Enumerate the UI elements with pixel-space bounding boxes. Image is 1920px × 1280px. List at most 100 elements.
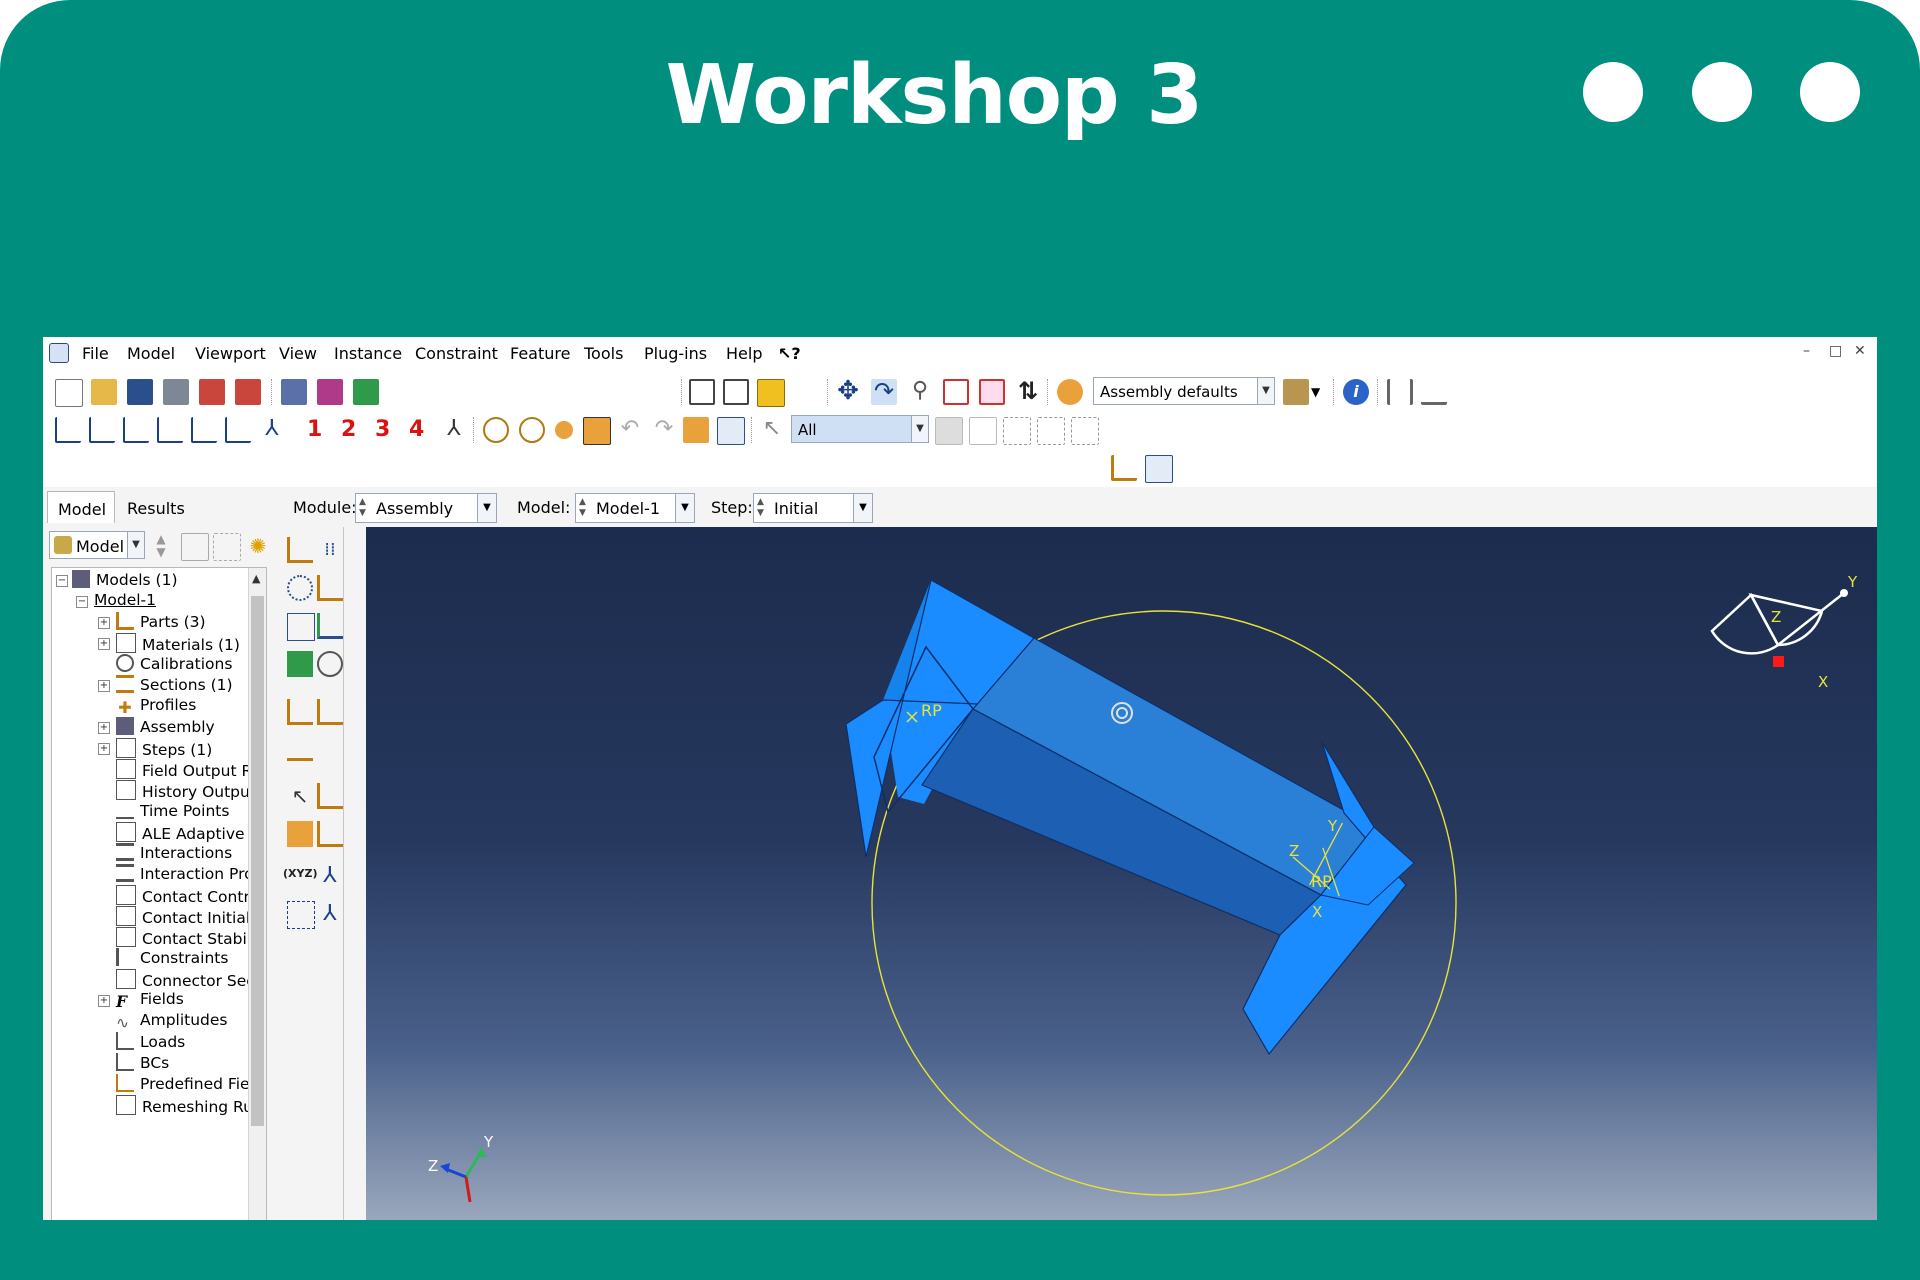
boolean-intersect-icon[interactable]	[519, 417, 545, 443]
view-cube-icon[interactable]	[1283, 379, 1309, 405]
step-dropdown[interactable]: ▲ ▼ Initial ▼	[753, 493, 873, 523]
tree-item-time-points[interactable]: Time Points	[116, 801, 229, 823]
tree-item-calibrations[interactable]: Calibrations	[116, 654, 232, 676]
coaxial-icon[interactable]	[317, 783, 343, 809]
sort-arrows-icon[interactable]: ▲ ▼	[153, 533, 169, 559]
render-style-dropdown[interactable]: Assembly defaults ▼	[1093, 377, 1275, 405]
tree-item-field-output[interactable]: Field Output Re	[116, 759, 261, 781]
view-right-icon[interactable]	[225, 417, 251, 443]
info-icon[interactable]: i	[1343, 379, 1369, 405]
tab-model[interactable]: Model	[47, 491, 115, 523]
expand-icon[interactable]: +	[98, 617, 110, 629]
tree-item-interaction-properties[interactable]: Interaction Pro	[116, 864, 254, 886]
select-pointer-icon[interactable]: ↖	[287, 783, 313, 809]
collapse-icon[interactable]: −	[56, 575, 68, 587]
expand-icon[interactable]: +	[98, 680, 110, 692]
tree-item-bcs[interactable]: BCs	[116, 1053, 169, 1075]
color-palette-icon[interactable]	[1057, 379, 1083, 405]
part-icon[interactable]	[1111, 455, 1137, 481]
tree-item-history-output[interactable]: History Output	[116, 780, 256, 802]
tree-item-sections[interactable]: Sections (1)	[116, 675, 233, 697]
view-bottom-icon[interactable]	[157, 417, 183, 443]
ladder-icon[interactable]	[1421, 379, 1447, 405]
view-left-icon[interactable]	[191, 417, 217, 443]
print-icon[interactable]	[163, 379, 189, 405]
tree-item-remeshing-rules[interactable]: Remeshing Rul	[116, 1095, 257, 1117]
tree-selector-dropdown[interactable]: Model ▼	[49, 531, 145, 559]
menu-file[interactable]: File	[82, 344, 109, 363]
sphere-icon[interactable]	[555, 421, 573, 439]
tree-item-connector-sections[interactable]: Connector Secti	[116, 969, 265, 991]
tree-item-constraints[interactable]: Constraints	[116, 948, 228, 970]
user-view-3-button[interactable]: 3	[375, 417, 390, 442]
query-pick-icon[interactable]	[583, 417, 611, 445]
box-select-icon[interactable]	[1003, 417, 1031, 445]
box-zoom-icon[interactable]	[943, 379, 969, 405]
open-folder-icon[interactable]	[91, 379, 117, 405]
tree-item-loads[interactable]: Loads	[116, 1032, 185, 1054]
whats-this-icon[interactable]: ↖?	[778, 344, 801, 363]
tree-scrollbar[interactable]: ▲	[248, 568, 266, 1220]
selection-filter-dropdown[interactable]: All ▼	[791, 415, 929, 443]
create-instance-icon[interactable]	[287, 537, 313, 563]
user-view-4-button[interactable]: 4	[409, 417, 424, 442]
user-view-1-button[interactable]: 1	[307, 417, 322, 442]
lightbulb-icon[interactable]: ✺	[245, 533, 271, 559]
import-icon[interactable]	[199, 379, 225, 405]
tree-item-amplitudes[interactable]: ∿ Amplitudes	[116, 1011, 228, 1033]
datum-point-icon[interactable]: (XYZ)	[283, 867, 317, 893]
contact-icon[interactable]	[287, 821, 313, 847]
chevron-down-icon[interactable]: ▼	[911, 416, 928, 442]
expand-icon[interactable]: +	[98, 722, 110, 734]
tree-item-contact-initialization[interactable]: Contact Initializ	[116, 906, 263, 928]
ruler-icon[interactable]	[1387, 379, 1413, 405]
tree-item-ale-adaptive[interactable]: ALE Adaptive M	[116, 822, 263, 844]
merge-cut-icon[interactable]	[287, 651, 313, 677]
cycle-view-icon[interactable]: ⇅	[1015, 379, 1041, 405]
boolean-union-icon[interactable]	[483, 417, 509, 443]
scroll-up-icon[interactable]: ▲	[252, 572, 260, 585]
tree-item-models[interactable]: Models (1)	[72, 570, 178, 592]
manager-table-icon[interactable]	[1145, 455, 1173, 483]
export-icon[interactable]	[235, 379, 261, 405]
mesh-icon[interactable]	[281, 379, 307, 405]
tree-item-assembly[interactable]: Assembly	[116, 717, 215, 739]
edge-to-edge-icon[interactable]	[317, 821, 343, 847]
chevron-down-icon[interactable]: ▼	[1257, 378, 1274, 404]
viewport-canvas[interactable]: RP Z Y X RP Z Y X Y Z	[366, 527, 1877, 1220]
chevron-down-icon[interactable]: ▼	[1311, 379, 1325, 405]
datum-plane-icon[interactable]	[287, 901, 315, 929]
menu-view[interactable]: View	[279, 344, 317, 363]
expand-icon[interactable]: +	[98, 638, 110, 650]
wireframe-icon[interactable]	[689, 379, 715, 405]
partition-icon[interactable]	[317, 379, 343, 405]
module-dropdown[interactable]: ▲ ▼ Assembly ▼	[355, 493, 497, 523]
view-top-icon[interactable]	[123, 417, 149, 443]
expand-icon[interactable]: +	[98, 743, 110, 755]
magnify-icon[interactable]: ⚲	[907, 379, 933, 405]
tree-item-contact-controls[interactable]: Contact Contro	[116, 885, 259, 907]
menu-tools[interactable]: Tools	[584, 344, 623, 363]
datum-axis-icon[interactable]: ⅄	[317, 901, 343, 927]
close-button[interactable]: ✕	[1854, 343, 1866, 359]
chevron-down-icon[interactable]: ▼	[477, 494, 496, 522]
tab-results[interactable]: Results	[117, 491, 195, 523]
select-from-list-icon[interactable]	[935, 417, 963, 445]
tree-item-parts[interactable]: Parts (3)	[116, 612, 206, 634]
table-icon[interactable]	[717, 417, 745, 445]
linear-pattern-icon[interactable]: ⁞⁞	[317, 537, 343, 563]
scrollbar-thumb[interactable]	[251, 596, 264, 1126]
chevron-down-icon[interactable]: ▼	[127, 532, 144, 558]
tree-item-steps[interactable]: Steps (1)	[116, 738, 212, 760]
pointer-icon[interactable]: ↖	[759, 417, 785, 443]
filter-tree-icon[interactable]	[213, 533, 241, 561]
collapse-icon[interactable]: −	[76, 596, 88, 608]
triad-icon[interactable]: ⅄	[441, 417, 467, 443]
spin-arrows-icon[interactable]: ▲ ▼	[579, 497, 586, 519]
translate-to-icon[interactable]	[317, 613, 343, 639]
redo-icon[interactable]: ↷	[651, 417, 677, 443]
menu-model[interactable]: Model	[127, 344, 175, 363]
new-file-icon[interactable]	[55, 379, 83, 407]
tree-item-interactions[interactable]: Interactions	[116, 843, 232, 865]
expand-tree-icon[interactable]	[181, 533, 209, 561]
